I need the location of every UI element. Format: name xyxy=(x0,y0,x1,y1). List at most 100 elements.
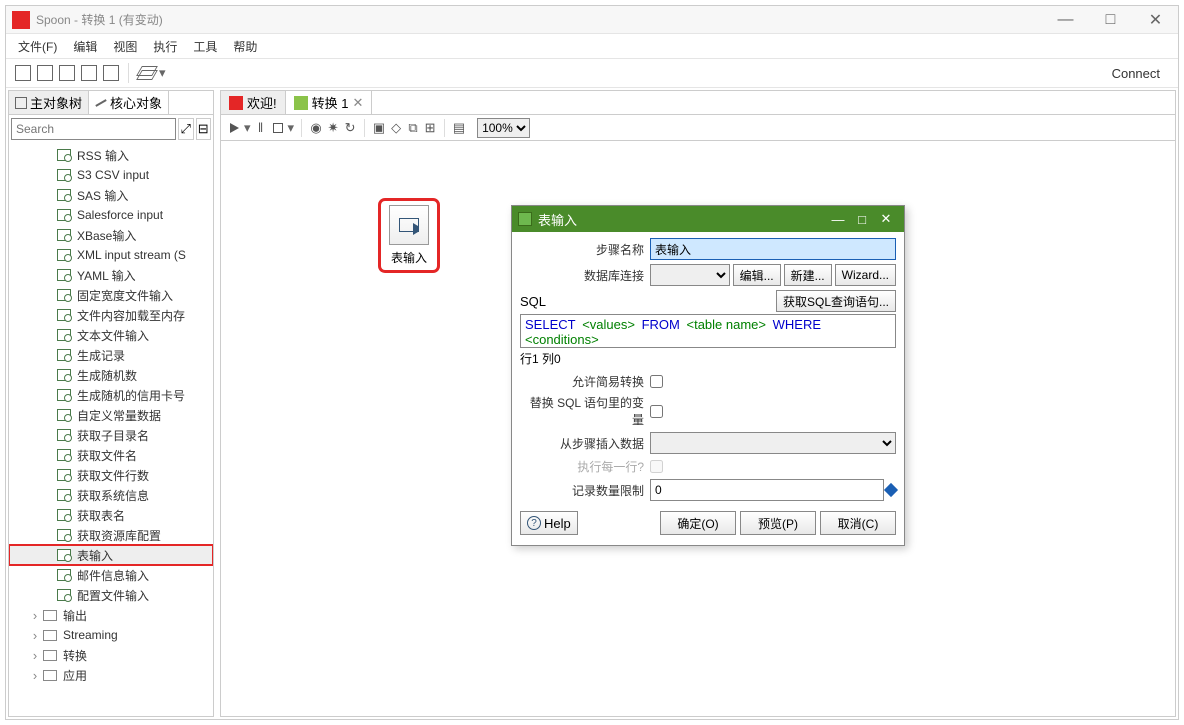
help-icon: ? xyxy=(527,516,541,530)
run-icon[interactable] xyxy=(227,121,241,135)
expander-icon[interactable]: › xyxy=(29,628,41,643)
debug-icon[interactable]: ✷ xyxy=(326,121,340,135)
new-icon[interactable] xyxy=(15,65,31,81)
tree-item[interactable]: Salesforce input xyxy=(9,205,213,225)
preview-icon[interactable]: ◉ xyxy=(309,121,323,135)
tree-item[interactable]: 获取文件行数 xyxy=(9,465,213,485)
tree-folder[interactable]: ›转换 xyxy=(9,645,213,665)
tree-item[interactable]: S3 CSV input xyxy=(9,165,213,185)
expander-icon[interactable]: › xyxy=(29,668,41,683)
tree-item[interactable]: 获取子目录名 xyxy=(9,425,213,445)
dialog-titlebar[interactable]: 表输入 — □ ✕ xyxy=(512,206,904,232)
preview-button[interactable]: 预览(P) xyxy=(740,511,816,535)
replace-vars-checkbox[interactable] xyxy=(650,405,663,418)
help-button[interactable]: ?Help xyxy=(520,511,578,535)
collapse-all-icon[interactable]: ⊟ xyxy=(196,118,212,140)
check-icon[interactable]: ▣ xyxy=(372,121,386,135)
db-connection-select[interactable] xyxy=(650,264,730,286)
expand-all-icon[interactable]: ⤢ xyxy=(178,118,194,140)
explore-db-icon[interactable]: ⊞ xyxy=(423,121,437,135)
tree-item[interactable]: SAS 输入 xyxy=(9,185,213,205)
tree-item[interactable]: 获取文件名 xyxy=(9,445,213,465)
step-icon xyxy=(57,249,71,261)
sql-icon[interactable]: ⧉ xyxy=(406,121,420,135)
tree-item[interactable]: 文本文件输入 xyxy=(9,325,213,345)
wizard-button[interactable]: Wizard... xyxy=(835,264,896,286)
app-icon xyxy=(12,11,30,29)
sql-textarea[interactable]: SELECT <values> FROM <table name> WHERE … xyxy=(520,314,896,348)
stop-icon[interactable] xyxy=(271,121,285,135)
folder-icon xyxy=(43,650,57,661)
tab-welcome[interactable]: 欢迎! xyxy=(221,91,286,114)
menu-edit[interactable]: 编辑 xyxy=(65,38,105,55)
step-table-input[interactable]: 表输入 xyxy=(381,201,437,270)
menu-help[interactable]: 帮助 xyxy=(225,38,265,55)
minimize-button[interactable]: — xyxy=(1043,6,1088,34)
canvas[interactable]: 表输入 表输入 — □ ✕ 步骤名称 xyxy=(221,141,1175,716)
dialog-close-button[interactable]: ✕ xyxy=(874,211,898,227)
explore-icon[interactable] xyxy=(59,65,75,81)
tree-item[interactable]: YAML 输入 xyxy=(9,265,213,285)
tree-item[interactable]: 获取系统信息 xyxy=(9,485,213,505)
pause-icon[interactable]: ‖ xyxy=(254,121,268,135)
cancel-button[interactable]: 取消(C) xyxy=(820,511,896,535)
edit-button[interactable]: 编辑... xyxy=(733,264,781,286)
tree-item[interactable]: 自定义常量数据 xyxy=(9,405,213,425)
tab-main-tree[interactable]: 主对象树 xyxy=(9,91,89,114)
menu-view[interactable]: 视图 xyxy=(105,38,145,55)
show-results-icon[interactable]: ▤ xyxy=(452,121,466,135)
save-icon[interactable] xyxy=(81,65,97,81)
tree[interactable]: RSS 输入S3 CSV inputSAS 输入Salesforce input… xyxy=(9,143,213,716)
tree-item[interactable]: 表输入 xyxy=(9,545,213,565)
get-sql-button[interactable]: 获取SQL查询语句... xyxy=(776,290,896,312)
tab-close-icon[interactable]: ✕ xyxy=(352,95,363,111)
tree-item[interactable]: XBase输入 xyxy=(9,225,213,245)
limit-input[interactable] xyxy=(650,479,884,501)
folder-icon xyxy=(43,610,57,621)
tree-item[interactable]: 获取资源库配置 xyxy=(9,525,213,545)
folder-icon xyxy=(43,670,57,681)
dialog-maximize-button[interactable]: □ xyxy=(850,212,874,227)
ok-button[interactable]: 确定(O) xyxy=(660,511,736,535)
main-toolbar: ▾ Connect xyxy=(6,58,1178,88)
tree-folder[interactable]: ›Streaming xyxy=(9,625,213,645)
tree-item[interactable]: 邮件信息输入 xyxy=(9,565,213,585)
step-icon xyxy=(57,549,71,561)
dialog-minimize-button[interactable]: — xyxy=(826,212,850,227)
expander-icon[interactable]: › xyxy=(29,648,41,663)
tree-item[interactable]: 文件内容加载至内存 xyxy=(9,305,213,325)
saveas-icon[interactable] xyxy=(103,65,119,81)
tree-item[interactable]: 生成随机数 xyxy=(9,365,213,385)
tree-item[interactable]: 配置文件输入 xyxy=(9,585,213,605)
close-button[interactable]: ✕ xyxy=(1133,6,1178,34)
connect-button[interactable]: Connect xyxy=(1100,66,1172,81)
insert-from-select[interactable] xyxy=(650,432,896,454)
tab-core[interactable]: 核心对象 xyxy=(89,91,169,114)
menu-file[interactable]: 文件(F) xyxy=(10,38,65,55)
tree-item[interactable]: 获取表名 xyxy=(9,505,213,525)
replay-icon[interactable]: ↻ xyxy=(343,121,357,135)
step-icon xyxy=(57,429,71,441)
tree-folder[interactable]: ›输出 xyxy=(9,605,213,625)
zoom-select[interactable]: 100% xyxy=(477,118,530,138)
menu-run[interactable]: 执行 xyxy=(145,38,185,55)
tab-transform[interactable]: 转换 1✕ xyxy=(286,91,373,114)
tree-item[interactable]: 生成记录 xyxy=(9,345,213,365)
new-button[interactable]: 新建... xyxy=(784,264,832,286)
step-name-input[interactable] xyxy=(650,238,896,260)
tree-item[interactable]: 固定宽度文件输入 xyxy=(9,285,213,305)
canvas-area: 欢迎! 转换 1✕ ▾ ‖ ▾ ◉ ✷ ↻ ▣ ◇ ⧉ ⊞ ▤ 100% xyxy=(220,90,1176,717)
tree-item[interactable]: RSS 输入 xyxy=(9,145,213,165)
open-icon[interactable] xyxy=(37,65,53,81)
variable-icon[interactable] xyxy=(884,483,898,497)
expander-icon[interactable]: › xyxy=(29,608,41,623)
tree-folder[interactable]: ›应用 xyxy=(9,665,213,685)
perspective-icon[interactable] xyxy=(139,66,157,80)
maximize-button[interactable]: □ xyxy=(1088,6,1133,34)
impact-icon[interactable]: ◇ xyxy=(389,121,403,135)
tree-item[interactable]: 生成随机的信用卡号 xyxy=(9,385,213,405)
menu-tools[interactable]: 工具 xyxy=(185,38,225,55)
allow-lazy-checkbox[interactable] xyxy=(650,375,663,388)
tree-item[interactable]: XML input stream (S xyxy=(9,245,213,265)
search-input[interactable] xyxy=(11,118,176,140)
